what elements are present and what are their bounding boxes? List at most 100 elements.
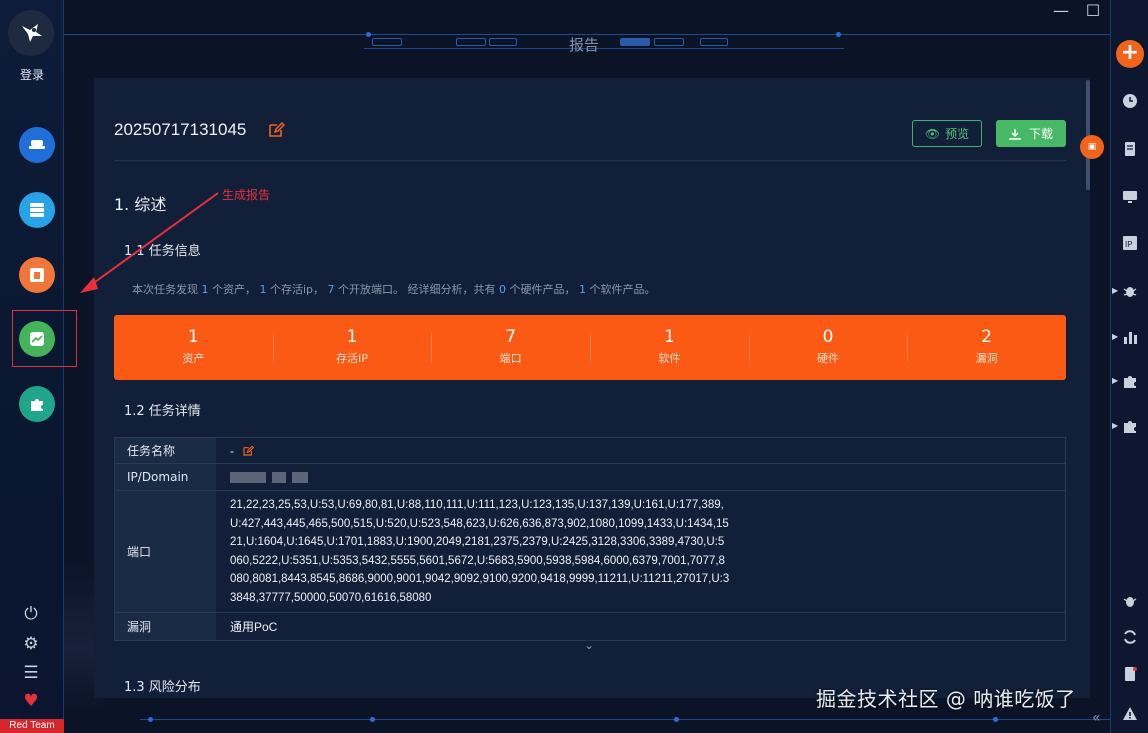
expand-arrow-icon[interactable]: ▶ xyxy=(1112,376,1118,385)
expand-arrow-icon[interactable]: ▶ xyxy=(1112,286,1118,295)
frame-dot xyxy=(993,717,998,722)
nav-servers-button[interactable] xyxy=(19,192,55,228)
stat-label: 漏洞 xyxy=(975,352,998,365)
stat-label: 软件 xyxy=(658,352,681,365)
bug-box-icon xyxy=(30,268,44,282)
expand-chevron-icon[interactable]: ⌄ xyxy=(584,638,594,652)
download-label: 下载 xyxy=(1028,127,1053,141)
book-icon[interactable] xyxy=(1119,138,1141,160)
stat-value: 0 xyxy=(822,327,834,347)
summary-text: 个存活ip， xyxy=(270,283,325,296)
table-row: 端口 21,22,23,25,53,U:53,U:69,80,81,U:88,1… xyxy=(115,491,1065,613)
hat-icon xyxy=(29,140,45,149)
row-value: - xyxy=(216,438,1065,463)
summary-text: 个开放端口。 经详细分析，共有 xyxy=(338,283,496,296)
menu-icon[interactable]: ☰ xyxy=(20,662,42,684)
report-tag-icon[interactable]: ▣ xyxy=(1080,135,1104,159)
login-link[interactable]: 登录 xyxy=(0,66,64,83)
page-title: 报告 xyxy=(569,36,600,54)
stat-label: 硬件 xyxy=(817,352,840,365)
eye-icon: 👁 xyxy=(924,126,941,141)
row-key: 漏洞 xyxy=(115,613,216,640)
bar-chart-icon[interactable] xyxy=(1119,326,1141,348)
summary-alive-count: 1 xyxy=(259,283,267,296)
stat-value: 1 xyxy=(187,327,199,347)
frame-dot xyxy=(148,717,153,722)
frame-pill xyxy=(456,38,486,46)
right-toolbar: + IP ▶ ▶ ▶ ▶ xyxy=(1110,0,1148,733)
nav-plugins-button[interactable] xyxy=(19,386,55,422)
redacted-ip xyxy=(230,471,266,483)
refresh-icon[interactable] xyxy=(1119,626,1141,648)
bug-icon[interactable] xyxy=(1119,590,1141,612)
stat-vulns[interactable]: 2 漏洞 xyxy=(907,315,1066,380)
stat-label: 存活IP xyxy=(336,352,368,365)
add-button[interactable]: + xyxy=(1116,40,1144,68)
section-risk-heading: 1.3 风险分布 xyxy=(124,680,201,695)
task-detail-table: 任务名称 - IP/Domain 端口 21,22,23,25,53,U:53,… xyxy=(114,437,1066,641)
stat-alive-ip[interactable]: 1 存活IP xyxy=(272,315,432,380)
bug-icon[interactable] xyxy=(1119,280,1141,302)
report-panel: 20250717131045 👁 预览 下载 1. 综述 1.1 任务信息 本次… xyxy=(94,78,1090,698)
frame-pill xyxy=(372,38,402,46)
expand-arrow-icon[interactable]: ▶ xyxy=(1112,332,1118,341)
summary-text: 个硬件产品， xyxy=(509,283,576,296)
left-sidebar: 登录 ⏻ ⚙ ☰ ♥ Red Team xyxy=(0,0,77,733)
stat-label: 资产 xyxy=(182,352,205,365)
warning-icon[interactable] xyxy=(1119,703,1141,725)
preview-label: 预览 xyxy=(945,127,970,141)
row-key: 端口 xyxy=(115,491,216,612)
row-key: 任务名称 xyxy=(115,438,216,463)
edit-icon[interactable] xyxy=(242,445,254,457)
nav-assets-button[interactable] xyxy=(19,127,55,163)
row-key: IP/Domain xyxy=(115,464,216,490)
frame-dot xyxy=(674,717,679,722)
bird-logo-icon xyxy=(22,24,42,42)
app-logo[interactable] xyxy=(8,10,54,56)
download-icon xyxy=(1009,128,1021,140)
task-name-value: - xyxy=(230,443,234,458)
nav-report-button[interactable] xyxy=(19,321,55,357)
stat-software[interactable]: 1 软件 xyxy=(590,315,749,380)
server-icon xyxy=(30,203,44,217)
ports-list: 21,22,23,25,53,U:53,U:69,80,81,U:88,110,… xyxy=(230,499,730,604)
power-icon[interactable]: ⏻ xyxy=(20,603,42,625)
table-row: 漏洞 通用PoC xyxy=(115,613,1065,640)
table-row: 任务名称 - xyxy=(115,438,1065,464)
row-value xyxy=(216,464,1065,490)
report-id-title: 20250717131045 xyxy=(114,120,247,139)
row-value: 21,22,23,25,53,U:53,U:69,80,81,U:88,110,… xyxy=(216,491,1065,612)
redteam-badge: Red Team xyxy=(0,719,64,733)
stat-value: 7 xyxy=(505,327,517,347)
ip-icon[interactable]: IP xyxy=(1119,232,1141,254)
nav-vulns-button[interactable] xyxy=(19,257,55,293)
preview-button[interactable]: 👁 预览 xyxy=(912,120,982,147)
summary-hardware-count: 0 xyxy=(499,283,507,296)
report-file-icon[interactable] xyxy=(1119,663,1141,685)
chart-icon xyxy=(30,332,44,346)
watermark: 掘金技术社区 @ 呐谁吃饭了 xyxy=(816,687,1076,711)
stat-assets[interactable]: 1 资产 xyxy=(114,315,273,380)
clock-icon[interactable] xyxy=(1119,90,1141,112)
summary-software-count: 1 xyxy=(579,283,587,296)
settings-icon[interactable]: ⚙ xyxy=(20,633,42,655)
puzzle-icon[interactable] xyxy=(1119,370,1141,392)
minimize-button[interactable]: — xyxy=(1049,0,1073,20)
monitor-icon[interactable] xyxy=(1119,186,1141,208)
stat-value: 1 xyxy=(346,327,358,347)
edit-icon[interactable] xyxy=(267,121,285,139)
frame-pill xyxy=(654,38,684,46)
expand-arrow-icon[interactable]: ▶ xyxy=(1112,421,1118,430)
puzzle-bug-icon[interactable] xyxy=(1119,415,1141,437)
maximize-button[interactable]: ☐ xyxy=(1081,0,1105,20)
annotation-arrow xyxy=(80,192,219,293)
stat-ports[interactable]: 7 端口 xyxy=(431,315,590,380)
collapse-icon[interactable]: « xyxy=(1092,710,1101,726)
summary-text: 个软件产品。 xyxy=(589,283,656,296)
svg-text:IP: IP xyxy=(1125,240,1133,249)
stat-label: 端口 xyxy=(499,352,522,365)
frame-pill xyxy=(700,38,728,46)
stat-hardware[interactable]: 0 硬件 xyxy=(748,315,908,380)
heart-icon[interactable]: ♥ xyxy=(20,690,42,712)
download-button[interactable]: 下载 xyxy=(996,120,1066,147)
